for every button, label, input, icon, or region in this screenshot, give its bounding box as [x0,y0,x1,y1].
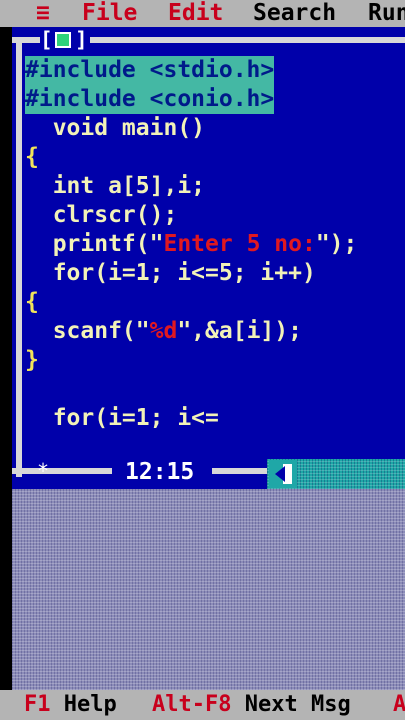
code-editor-text-area[interactable]: #include <stdio.h> #include <conio.h> vo… [25,56,405,462]
code-line-5: int a[5],i; [25,173,206,199]
menu-edit-label: Edit [168,0,224,26]
menu-bar: ≡ File Edit Search Run [0,0,405,27]
code-line-10-prefix: scanf(" [25,318,150,344]
resize-corner-icon[interactable]: * [37,460,49,482]
code-line-9: { [25,289,39,315]
close-box-right-bracket: ] [75,28,88,52]
menu-edit[interactable]: Edit [168,0,223,27]
close-box-left-bracket: [ [40,28,53,52]
code-line-4: { [25,144,39,170]
menu-run[interactable]: Run [368,0,405,27]
cursor-position-indicator: 12:15 [125,459,195,485]
code-line-6: clrscr(); [25,202,178,228]
status-help-key: F1 [24,692,51,717]
screen-edge [0,27,12,690]
status-help[interactable]: F1 Help [24,690,117,720]
scroll-left-arrow-icon[interactable] [269,460,297,488]
status-next-msg-key: Alt-F8 [152,692,232,717]
code-line-8: for(i=1; i<=5; i++) [25,260,316,286]
code-line-7-string: Enter 5 no: [163,231,316,257]
close-window-button[interactable] [55,32,71,48]
code-line-7-suffix: "); [315,231,358,257]
system-menu[interactable]: ≡ [36,0,50,27]
desktop-background [12,489,405,690]
menu-search-label: Search [253,0,337,26]
code-line-10-suffix: ",&a[i]); [177,318,302,344]
window-frame-bottom-left [12,468,112,474]
window-frame-left [16,37,22,477]
window-frame-bottom-mid [212,468,267,474]
turbo-c-ide-screen: ≡ File Edit Search Run [ ] #include <std… [0,0,405,720]
code-line-11: } [25,347,39,373]
status-help-label: Help [63,692,117,717]
code-line-10-string: %d [149,318,178,344]
status-next-msg[interactable]: Alt-F8 Next Msg [152,690,351,720]
code-line-2: #include <conio.h> [25,85,275,114]
code-line-10: scanf("%d",&a[i]); [25,317,302,346]
status-next-msg-label: Next Msg [244,692,351,717]
code-line-3: void main() [25,115,206,141]
status-bar: F1 Help Alt-F8 Next Msg Alt [0,690,405,720]
menu-file[interactable]: File [82,0,137,27]
code-line-7: printf("Enter 5 no:"); [25,230,358,259]
editor-window[interactable]: [ ] #include <stdio.h> #include <conio.h… [12,27,405,489]
window-frame-top-right [90,37,405,43]
menu-run-label: Run [368,0,405,26]
code-line-7-prefix: printf(" [25,231,164,257]
menu-search[interactable]: Search [253,0,336,27]
status-alt-key: Alt [393,692,405,717]
code-line-12: for(i=1; i<= [25,405,219,431]
code-line-1: #include <stdio.h> [25,56,275,85]
status-alt[interactable]: Alt [393,690,405,720]
menu-file-label: File [82,0,138,26]
